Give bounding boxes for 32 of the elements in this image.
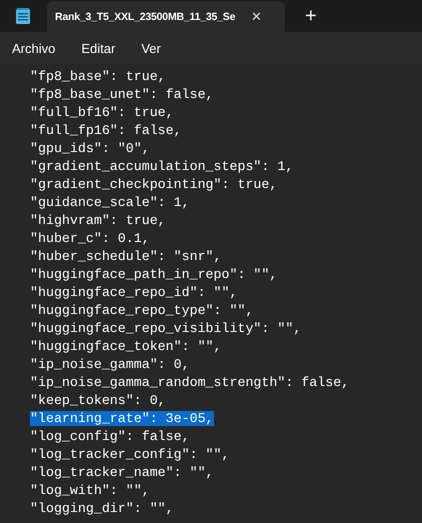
text-line: "ip_noise_gamma": 0, xyxy=(30,357,190,372)
text-line: "huggingface_token": "", xyxy=(30,339,222,354)
menu-item[interactable]: Archivo xyxy=(12,40,56,56)
text-line: "full_bf16": true, xyxy=(30,105,174,120)
menu-item[interactable]: Ver xyxy=(141,40,161,56)
text-line: "log_tracker_name": "", xyxy=(30,465,214,480)
text-line: "keep_tokens": 0, xyxy=(30,393,166,408)
text-line: "ip_noise_gamma_random_strength": false, xyxy=(30,375,350,390)
new-tab-button[interactable]: + xyxy=(301,6,321,32)
menu-item[interactable]: Editar xyxy=(81,40,116,56)
text-line: "highvram": true, xyxy=(30,213,166,228)
text-line: "logging_dir": "", xyxy=(30,501,174,516)
text-line: "gradient_accumulation_steps": 1, xyxy=(30,159,294,174)
text-line: "log_config": false, xyxy=(30,429,190,444)
close-button[interactable]: ✕ xyxy=(247,7,266,26)
text-line: "huggingface_path_in_repo": "", xyxy=(30,267,278,282)
notepad-icon xyxy=(16,8,30,24)
tab-title: Rank_3_T5_XXL_23500MB_11_35_Se xyxy=(55,10,236,22)
text-line: "huber_schedule": "snr", xyxy=(30,249,222,264)
text-line: "gpu_ids": "0", xyxy=(30,141,150,156)
text-line: "huggingface_repo_id": "", xyxy=(30,285,238,300)
text-line: "log_tracker_config": "", xyxy=(30,447,230,462)
text-line: "fp8_base": true, xyxy=(30,69,166,84)
text-line: "gradient_checkpointing": true, xyxy=(30,177,278,192)
text-line: "huggingface_repo_type": "", xyxy=(30,303,254,318)
text-line: "log_with": "", xyxy=(30,483,150,498)
text-line: "fp8_base_unet": false, xyxy=(30,87,214,102)
text-line: "guidance_scale": 1, xyxy=(30,195,190,210)
text-line: "full_fp16": false, xyxy=(30,123,182,138)
text-line: "huber_c": 0.1, xyxy=(30,231,150,246)
text-line: "huggingface_repo_visibility": "", xyxy=(30,321,302,336)
file-tab[interactable]: Rank_3_T5_XXL_23500MB_11_35_Se ✕ xyxy=(47,1,285,32)
